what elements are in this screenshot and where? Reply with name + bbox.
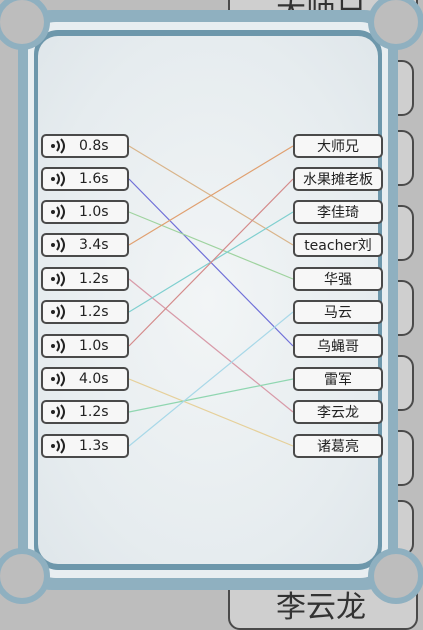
speaker-icon bbox=[43, 404, 73, 420]
audio-clip-button[interactable]: 1.3s bbox=[41, 434, 129, 458]
audio-clip-button[interactable]: 1.2s bbox=[41, 267, 129, 291]
name-option-button[interactable]: 李佳琦 bbox=[293, 200, 383, 224]
panel-corner bbox=[368, 0, 423, 50]
name-option-button[interactable]: 水果摊老板 bbox=[293, 167, 383, 191]
audio-clip-duration: 4.0s bbox=[79, 371, 109, 387]
audio-clip-button[interactable]: 1.6s bbox=[41, 167, 129, 191]
speaker-icon bbox=[43, 171, 73, 187]
name-option-button[interactable]: 雷军 bbox=[293, 367, 383, 391]
speaker-icon bbox=[43, 204, 73, 220]
speaker-icon bbox=[43, 271, 73, 287]
audio-clip-duration: 0.8s bbox=[79, 138, 109, 154]
name-option-button[interactable]: 乌蝇哥 bbox=[293, 334, 383, 358]
name-option-button[interactable]: 诸葛亮 bbox=[293, 434, 383, 458]
speaker-icon bbox=[43, 338, 73, 354]
audio-clip-duration: 1.2s bbox=[79, 271, 109, 287]
name-option-button[interactable]: 李云龙 bbox=[293, 400, 383, 424]
speaker-icon bbox=[43, 438, 73, 454]
audio-clip-duration: 1.2s bbox=[79, 404, 109, 420]
audio-clip-duration: 1.2s bbox=[79, 304, 109, 320]
name-option-button[interactable]: teacher刘 bbox=[293, 233, 383, 257]
audio-clip-button[interactable]: 4.0s bbox=[41, 367, 129, 391]
audio-clip-duration: 3.4s bbox=[79, 237, 109, 253]
audio-clip-button[interactable]: 1.0s bbox=[41, 334, 129, 358]
audio-clip-duration: 1.0s bbox=[79, 338, 109, 354]
audio-clip-duration: 1.0s bbox=[79, 204, 109, 220]
panel-corner bbox=[0, 548, 50, 604]
audio-clip-button[interactable]: 1.2s bbox=[41, 400, 129, 424]
speaker-icon bbox=[43, 237, 73, 253]
name-option-button[interactable]: 马云 bbox=[293, 300, 383, 324]
audio-clip-button[interactable]: 1.2s bbox=[41, 300, 129, 324]
audio-clip-button[interactable]: 3.4s bbox=[41, 233, 129, 257]
audio-clip-button[interactable]: 0.8s bbox=[41, 134, 129, 158]
panel-corner bbox=[368, 548, 423, 604]
speaker-icon bbox=[43, 304, 73, 320]
audio-clip-button[interactable]: 1.0s bbox=[41, 200, 129, 224]
speaker-icon bbox=[43, 371, 73, 387]
name-option-button[interactable]: 华强 bbox=[293, 267, 383, 291]
audio-clip-duration: 1.6s bbox=[79, 171, 109, 187]
speaker-icon bbox=[43, 138, 73, 154]
name-option-button[interactable]: 大师兄 bbox=[293, 134, 383, 158]
audio-clip-duration: 1.3s bbox=[79, 438, 109, 454]
